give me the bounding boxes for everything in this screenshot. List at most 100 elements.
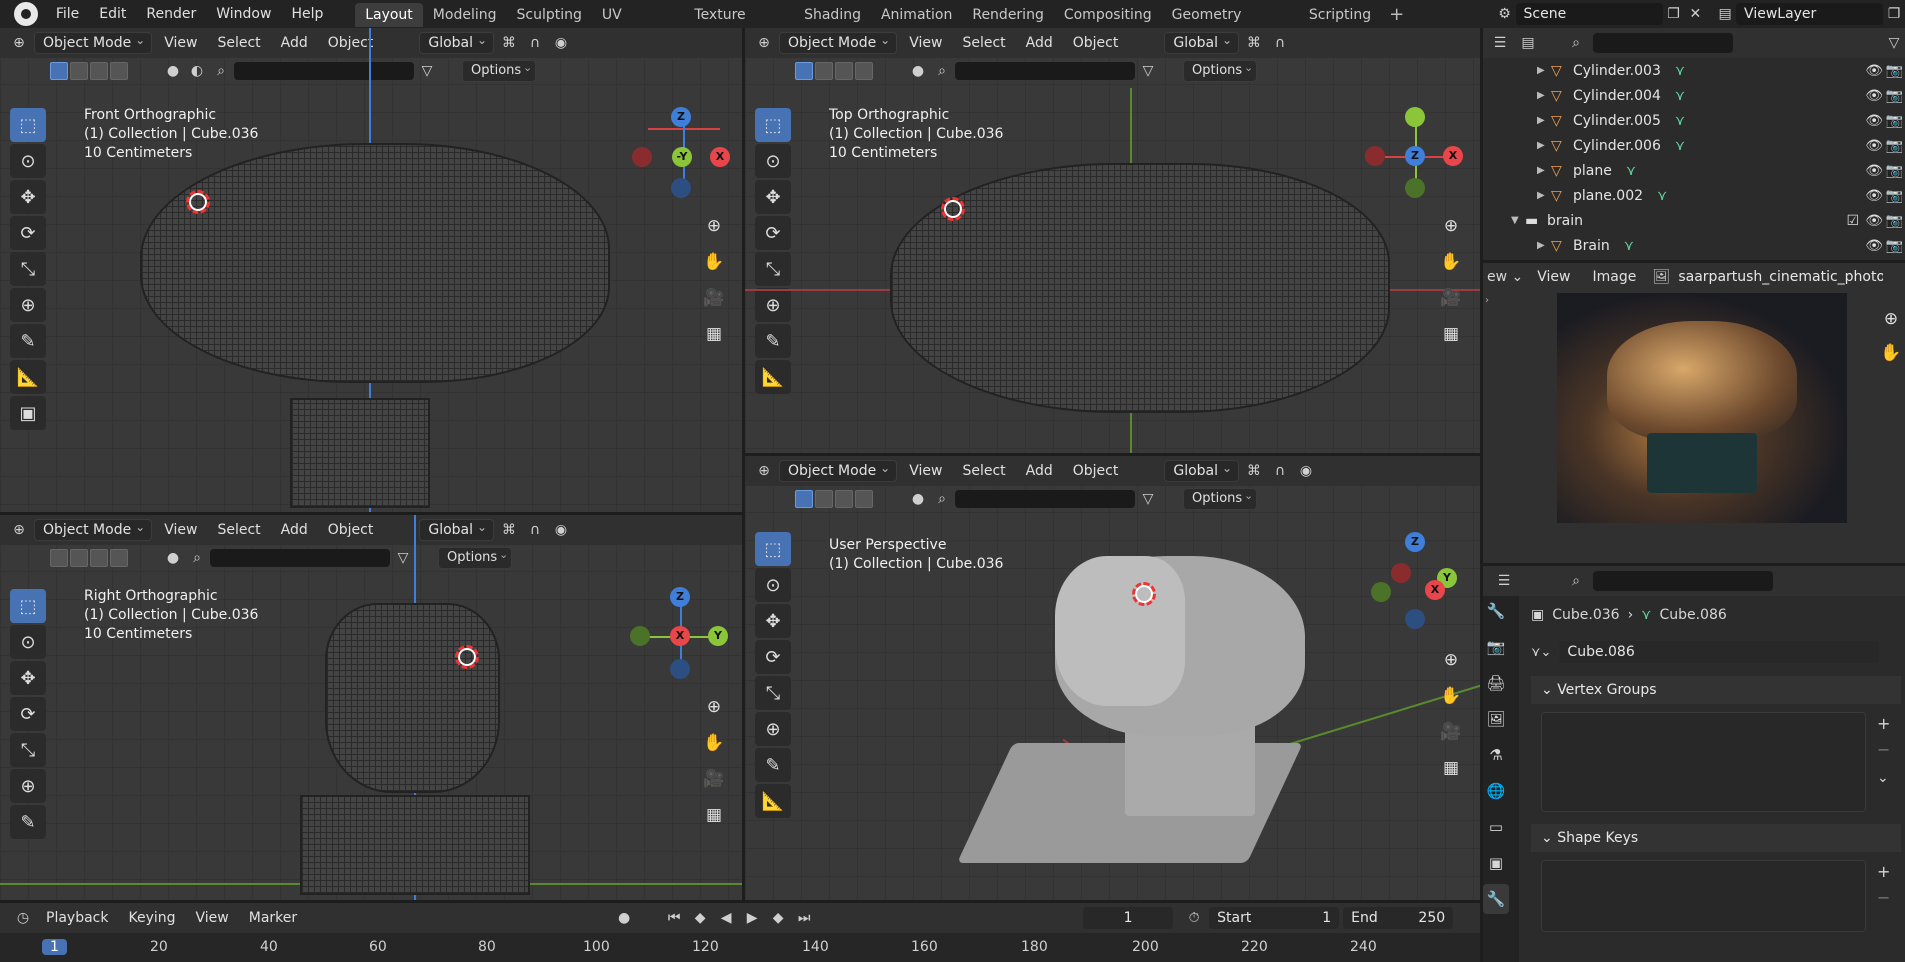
select-box-tool-icon[interactable]: ⬚: [10, 108, 46, 142]
move-tool-icon[interactable]: ✥: [10, 661, 46, 695]
mode-dropdown[interactable]: Object Mode: [779, 30, 898, 54]
menu-view[interactable]: View: [1529, 269, 1578, 285]
gizmo-y-axis[interactable]: [1405, 107, 1425, 127]
editor-type-icon[interactable]: ⊕: [8, 32, 30, 54]
zoom-icon[interactable]: ⊕: [700, 212, 728, 240]
search-icon[interactable]: ⌕: [931, 488, 953, 510]
add-vertex-group-icon[interactable]: +: [1877, 714, 1890, 733]
viewport-search-field[interactable]: [955, 62, 1135, 80]
pan-hand-icon[interactable]: ✋: [1437, 248, 1465, 276]
shading-solid-icon[interactable]: ●: [907, 488, 929, 510]
search-icon[interactable]: ⌕: [1565, 32, 1587, 54]
prev-keyframe-icon[interactable]: ◆: [689, 907, 711, 929]
select-mode-icon[interactable]: [50, 549, 68, 567]
menu-playback[interactable]: Playback: [38, 910, 116, 926]
pan-hand-icon[interactable]: ✋: [700, 729, 728, 757]
render-icon[interactable]: 📷: [1886, 138, 1903, 154]
menu-view[interactable]: View: [188, 910, 237, 926]
measure-tool-icon[interactable]: 📐: [10, 360, 46, 394]
options-dropdown[interactable]: Options: [1183, 486, 1258, 510]
zoom-icon[interactable]: ⊕: [1437, 212, 1465, 240]
viewport-search-field[interactable]: [234, 62, 414, 80]
menu-render[interactable]: Render: [136, 0, 206, 28]
filter-icon[interactable]: ▽: [1137, 60, 1159, 82]
grid-view-icon[interactable]: ▦: [700, 320, 728, 348]
zoom-icon[interactable]: ⊕: [1437, 646, 1465, 674]
menu-view[interactable]: View: [901, 35, 950, 51]
shape-keys-list[interactable]: [1541, 860, 1866, 932]
menu-object[interactable]: Object: [1065, 463, 1127, 479]
add-shape-key-icon[interactable]: +: [1877, 862, 1890, 881]
scene-field[interactable]: Scene: [1515, 3, 1663, 25]
eye-icon[interactable]: 👁: [1865, 238, 1883, 254]
menu-marker[interactable]: Marker: [241, 910, 305, 926]
menu-image[interactable]: Image: [1584, 269, 1644, 285]
zoom-icon[interactable]: ⊕: [700, 693, 728, 721]
tab-compositing[interactable]: Compositing: [1054, 3, 1162, 27]
eye-icon[interactable]: 👁: [1865, 163, 1883, 179]
view-layer-tab-icon[interactable]: 🖼: [1483, 704, 1509, 734]
scale-tool-icon[interactable]: ⤡: [10, 733, 46, 767]
outliner-row[interactable]: ▶ ▽ Cylinder.006 ⋎ 👁 📷: [1537, 133, 1905, 158]
select-subtract-icon[interactable]: [90, 62, 108, 80]
annotate-tool-icon[interactable]: ✎: [10, 324, 46, 358]
checkbox-icon[interactable]: ☑: [1846, 213, 1859, 229]
render-icon[interactable]: 📷: [1886, 213, 1903, 229]
gizmo-x-axis[interactable]: X: [1443, 146, 1463, 166]
viewport-perspective[interactable]: ⊕ Object Mode View Select Add Object Glo…: [745, 456, 1480, 900]
select-subtract-icon[interactable]: [835, 62, 853, 80]
viewport-search-field[interactable]: [210, 549, 390, 567]
search-icon[interactable]: ⌕: [1565, 570, 1587, 592]
grid-view-icon[interactable]: ▦: [1437, 320, 1465, 348]
mesh-browse-icon[interactable]: ⋎⌄: [1531, 645, 1551, 660]
tab-scripting[interactable]: Scripting: [1299, 3, 1381, 27]
scale-tool-icon[interactable]: ⤡: [10, 252, 46, 286]
tab-shading[interactable]: Shading: [794, 3, 871, 27]
jump-end-icon[interactable]: ⏭: [793, 907, 815, 929]
current-frame-field[interactable]: 1: [1083, 907, 1174, 929]
camera-icon[interactable]: 🎥: [700, 765, 728, 793]
search-icon[interactable]: ⌕: [931, 60, 953, 82]
gizmo-x-axis[interactable]: X: [710, 147, 730, 167]
select-intersect-icon[interactable]: [855, 490, 873, 508]
select-extend-icon[interactable]: [815, 62, 833, 80]
proportional-edit-icon[interactable]: ◉: [1295, 460, 1317, 482]
collection-tab-icon[interactable]: ▭: [1483, 812, 1509, 842]
add-workspace-icon[interactable]: +: [1381, 4, 1412, 25]
select-extend-icon[interactable]: [70, 549, 88, 567]
record-icon[interactable]: ●: [613, 907, 635, 929]
proportional-edit-icon[interactable]: ◉: [550, 32, 572, 54]
select-subtract-icon[interactable]: [90, 549, 108, 567]
jump-start-icon[interactable]: ⏮: [663, 907, 685, 929]
select-box-tool-icon[interactable]: ⬚: [10, 589, 46, 623]
select-subtract-icon[interactable]: [835, 490, 853, 508]
collapse-arrow-icon[interactable]: ›: [1485, 295, 1489, 306]
render-icon[interactable]: 📷: [1886, 188, 1903, 204]
render-icon[interactable]: 📷: [1886, 63, 1903, 79]
tab-rendering[interactable]: Rendering: [962, 3, 1054, 27]
outliner-row[interactable]: ▶ ▽ plane ⋎ 👁 📷: [1537, 158, 1905, 183]
render-icon[interactable]: 📷: [1886, 163, 1903, 179]
menu-keying[interactable]: Keying: [120, 910, 183, 926]
timeline-ruler[interactable]: 1 20 40 60 80 100 120 140 160 180 200 22…: [0, 933, 1480, 962]
gizmo-z-axis[interactable]: Z: [1405, 532, 1425, 552]
object-tab-icon[interactable]: ▣: [1483, 848, 1509, 878]
3d-cursor-icon[interactable]: [1132, 582, 1156, 606]
play-reverse-icon[interactable]: ◀: [715, 907, 737, 929]
delete-scene-icon[interactable]: ✕: [1684, 3, 1706, 25]
new-view-layer-icon[interactable]: ❐: [1883, 3, 1905, 25]
remove-vertex-group-icon[interactable]: −: [1877, 740, 1890, 759]
search-icon[interactable]: ⌕: [186, 547, 208, 569]
gizmo-neg-y-axis[interactable]: [1371, 582, 1391, 602]
select-mode-icon[interactable]: [795, 62, 813, 80]
gizmo-y-axis[interactable]: -Y: [672, 147, 692, 167]
options-dropdown[interactable]: Options: [462, 58, 537, 82]
menu-object[interactable]: Object: [320, 522, 382, 538]
zoom-icon[interactable]: ⊕: [1877, 305, 1905, 333]
select-intersect-icon[interactable]: [110, 549, 128, 567]
shading-solid-icon[interactable]: ●: [162, 60, 184, 82]
transform-orientation-dropdown[interactable]: Global: [419, 30, 495, 54]
next-keyframe-icon[interactable]: ◆: [767, 907, 789, 929]
section-shape-keys[interactable]: ⌄ Shape Keys: [1531, 824, 1901, 852]
render-tab-icon[interactable]: 📷: [1483, 632, 1509, 662]
